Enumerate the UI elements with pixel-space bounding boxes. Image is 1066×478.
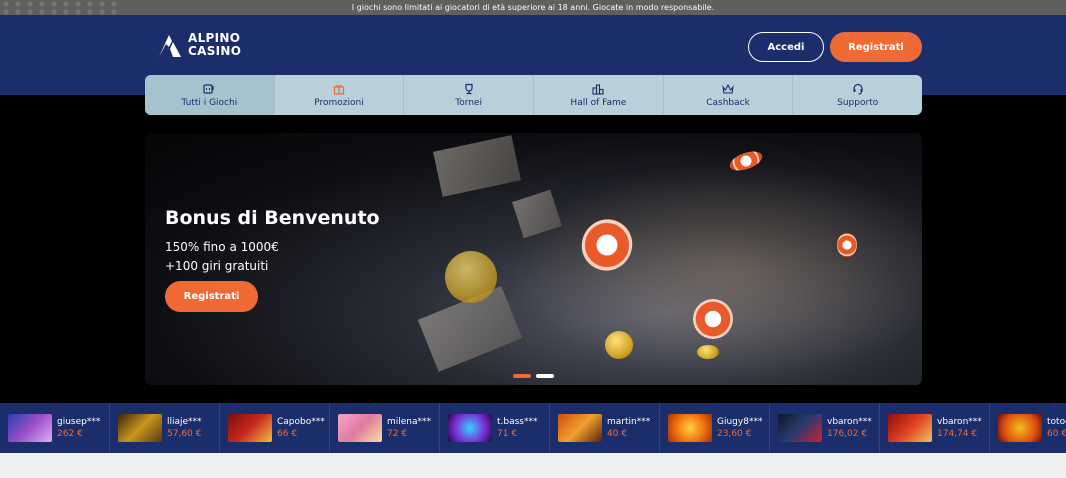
gold-coin-image (697, 345, 719, 359)
winner-item[interactable]: Giugy8*** 23,60 € (660, 403, 770, 453)
main-navigation: Tutti i Giochi Promozioni Tornei Hall of… (145, 75, 922, 115)
winner-item[interactable]: vbaron*** 176,02 € (770, 403, 880, 453)
winner-name: milena*** (387, 417, 432, 427)
winner-name: vbaron*** (827, 417, 872, 427)
game-thumbnail[interactable] (668, 414, 712, 442)
slide-dot-active[interactable] (513, 374, 531, 378)
casino-chip-image (693, 299, 733, 339)
nav-label: Promozioni (314, 97, 364, 108)
winner-item[interactable]: martin*** 40 € (550, 403, 660, 453)
winner-item[interactable]: Capobo*** 66 € (220, 403, 330, 453)
winner-item[interactable]: lliaje*** 57,60 € (110, 403, 220, 453)
recent-winners-ticker: giusep*** 262 € lliaje*** 57,60 € Capobo**… (0, 403, 1066, 453)
hero-register-button[interactable]: Registrati (165, 281, 258, 312)
logo-text-line2: CASINO (188, 44, 242, 58)
winner-amount: 72 € (387, 429, 408, 439)
slide-dot[interactable] (536, 374, 554, 378)
age-notice-text: I giochi sono limitati ai giocatori di e… (351, 3, 715, 12)
gold-coin-image (445, 251, 497, 303)
hero-spins-line: +100 giri gratuiti (165, 259, 269, 273)
winner-name: totogr*** (1047, 417, 1066, 427)
game-thumbnail[interactable] (118, 414, 162, 442)
winner-amount: 176,02 € (827, 429, 868, 439)
game-thumbnail[interactable] (8, 414, 52, 442)
nav-label: Supporto (837, 97, 879, 108)
slot-machine-icon (203, 83, 214, 94)
trophy-icon (465, 83, 473, 94)
nav-item-cashback[interactable]: Cashback (662, 75, 793, 115)
winner-amount: 71 € (497, 429, 518, 439)
podium-icon (592, 83, 604, 95)
nav-item-supporto[interactable]: Supporto (792, 75, 922, 115)
winner-amount: 57,60 € (167, 429, 202, 439)
nav-label: Hall of Fame (570, 97, 627, 108)
game-thumbnail[interactable] (228, 414, 272, 442)
game-thumbnail[interactable] (888, 414, 932, 442)
winner-name: giusep*** (57, 417, 101, 427)
winner-item[interactable]: giusep*** 262 € (0, 403, 110, 453)
winner-amount: 66 € (277, 429, 298, 439)
mountain-logo-icon (159, 35, 181, 57)
nav-label: Tutti i Giochi (181, 97, 238, 108)
winner-item[interactable]: vbaron*** 174,74 € (880, 403, 990, 453)
age-notice-bar: I giochi sono limitati ai giocatori di e… (0, 0, 1066, 15)
game-thumbnail[interactable] (338, 414, 382, 442)
winner-amount: 60 € (1047, 429, 1066, 439)
register-button[interactable]: Registrati (830, 32, 922, 62)
winner-amount: 174,74 € (937, 429, 978, 439)
hero-bonus-line: 150% fino a 1000€ (165, 240, 279, 254)
nav-label: Cashback (706, 97, 750, 108)
winner-name: vbaron*** (937, 417, 982, 427)
headset-icon (853, 83, 863, 94)
welcome-bonus-banner[interactable]: Bonus di Benvenuto 150% fino a 1000€ +10… (145, 133, 922, 385)
game-thumbnail[interactable] (448, 414, 492, 442)
winner-amount: 23,60 € (717, 429, 752, 439)
nav-item-tutti-i-giochi[interactable]: Tutti i Giochi (145, 75, 274, 115)
winner-amount: 262 € (57, 429, 83, 439)
winner-name: Capobo*** (277, 417, 325, 427)
winner-name: t.bass*** (497, 417, 538, 427)
nav-item-tornei[interactable]: Tornei (403, 75, 533, 115)
winner-amount: 40 € (607, 429, 628, 439)
gold-coin-image (605, 331, 633, 359)
alpino-casino-logo[interactable]: ALPINO CASINO (158, 32, 241, 58)
winner-name: martin*** (607, 417, 651, 427)
winner-name: lliaje*** (167, 417, 202, 427)
game-thumbnail[interactable] (778, 414, 822, 442)
login-button[interactable]: Accedi (748, 32, 824, 62)
nav-item-promozioni[interactable]: Promozioni (273, 75, 404, 115)
winner-item[interactable]: totogr*** 60 € (990, 403, 1066, 453)
winner-name: Giugy8*** (717, 417, 763, 427)
casino-chip-image (837, 233, 857, 257)
decorative-dots (0, 0, 120, 15)
game-thumbnail[interactable] (998, 414, 1042, 442)
content-section (0, 453, 1066, 478)
nav-label: Tornei (455, 97, 483, 108)
hero-title: Bonus di Benvenuto (165, 207, 380, 229)
game-thumbnail[interactable] (558, 414, 602, 442)
winner-item[interactable]: t.bass*** 71 € (440, 403, 550, 453)
nav-item-hall-of-fame[interactable]: Hall of Fame (533, 75, 663, 115)
winner-item[interactable]: milena*** 72 € (330, 403, 440, 453)
crown-icon (722, 83, 734, 94)
gift-icon (333, 84, 345, 95)
